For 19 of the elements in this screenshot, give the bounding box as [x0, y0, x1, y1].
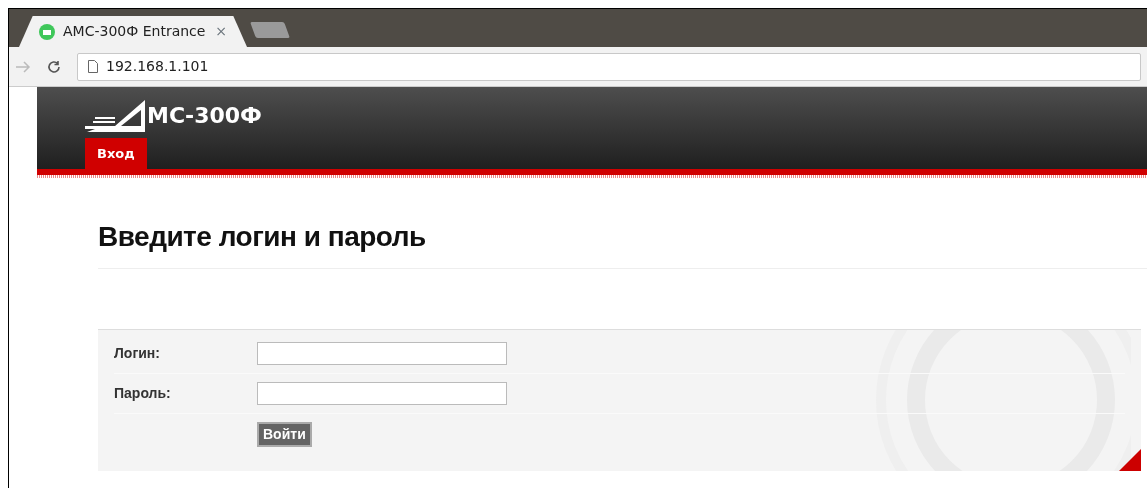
- input-field[interactable]: [257, 382, 507, 405]
- close-icon[interactable]: ×: [215, 21, 227, 42]
- field-label: Логин:: [114, 344, 161, 363]
- submit-button[interactable]: Войти: [257, 421, 312, 447]
- new-tab-button[interactable]: [250, 22, 290, 38]
- address-bar[interactable]: 192.168.1.101: [77, 52, 1141, 81]
- forward-icon[interactable]: [15, 59, 31, 74]
- field-label: Пароль:: [114, 384, 172, 403]
- browser-tab[interactable]: АМС-300Ф Entrance ×: [19, 16, 247, 47]
- reload-icon[interactable]: [47, 59, 61, 74]
- page-icon: [88, 60, 98, 73]
- tab-title: АМС-300Ф Entrance: [63, 22, 206, 41]
- input-field[interactable]: [257, 342, 507, 365]
- site-icon: [39, 23, 55, 40]
- corner-fold-icon: [1119, 449, 1141, 471]
- page-heading: Введите логин и пароль: [98, 216, 1147, 269]
- nav-tab[interactable]: Вход: [85, 137, 147, 169]
- logo-text: МС-300Ф: [147, 102, 262, 130]
- logo-icon: [85, 97, 147, 134]
